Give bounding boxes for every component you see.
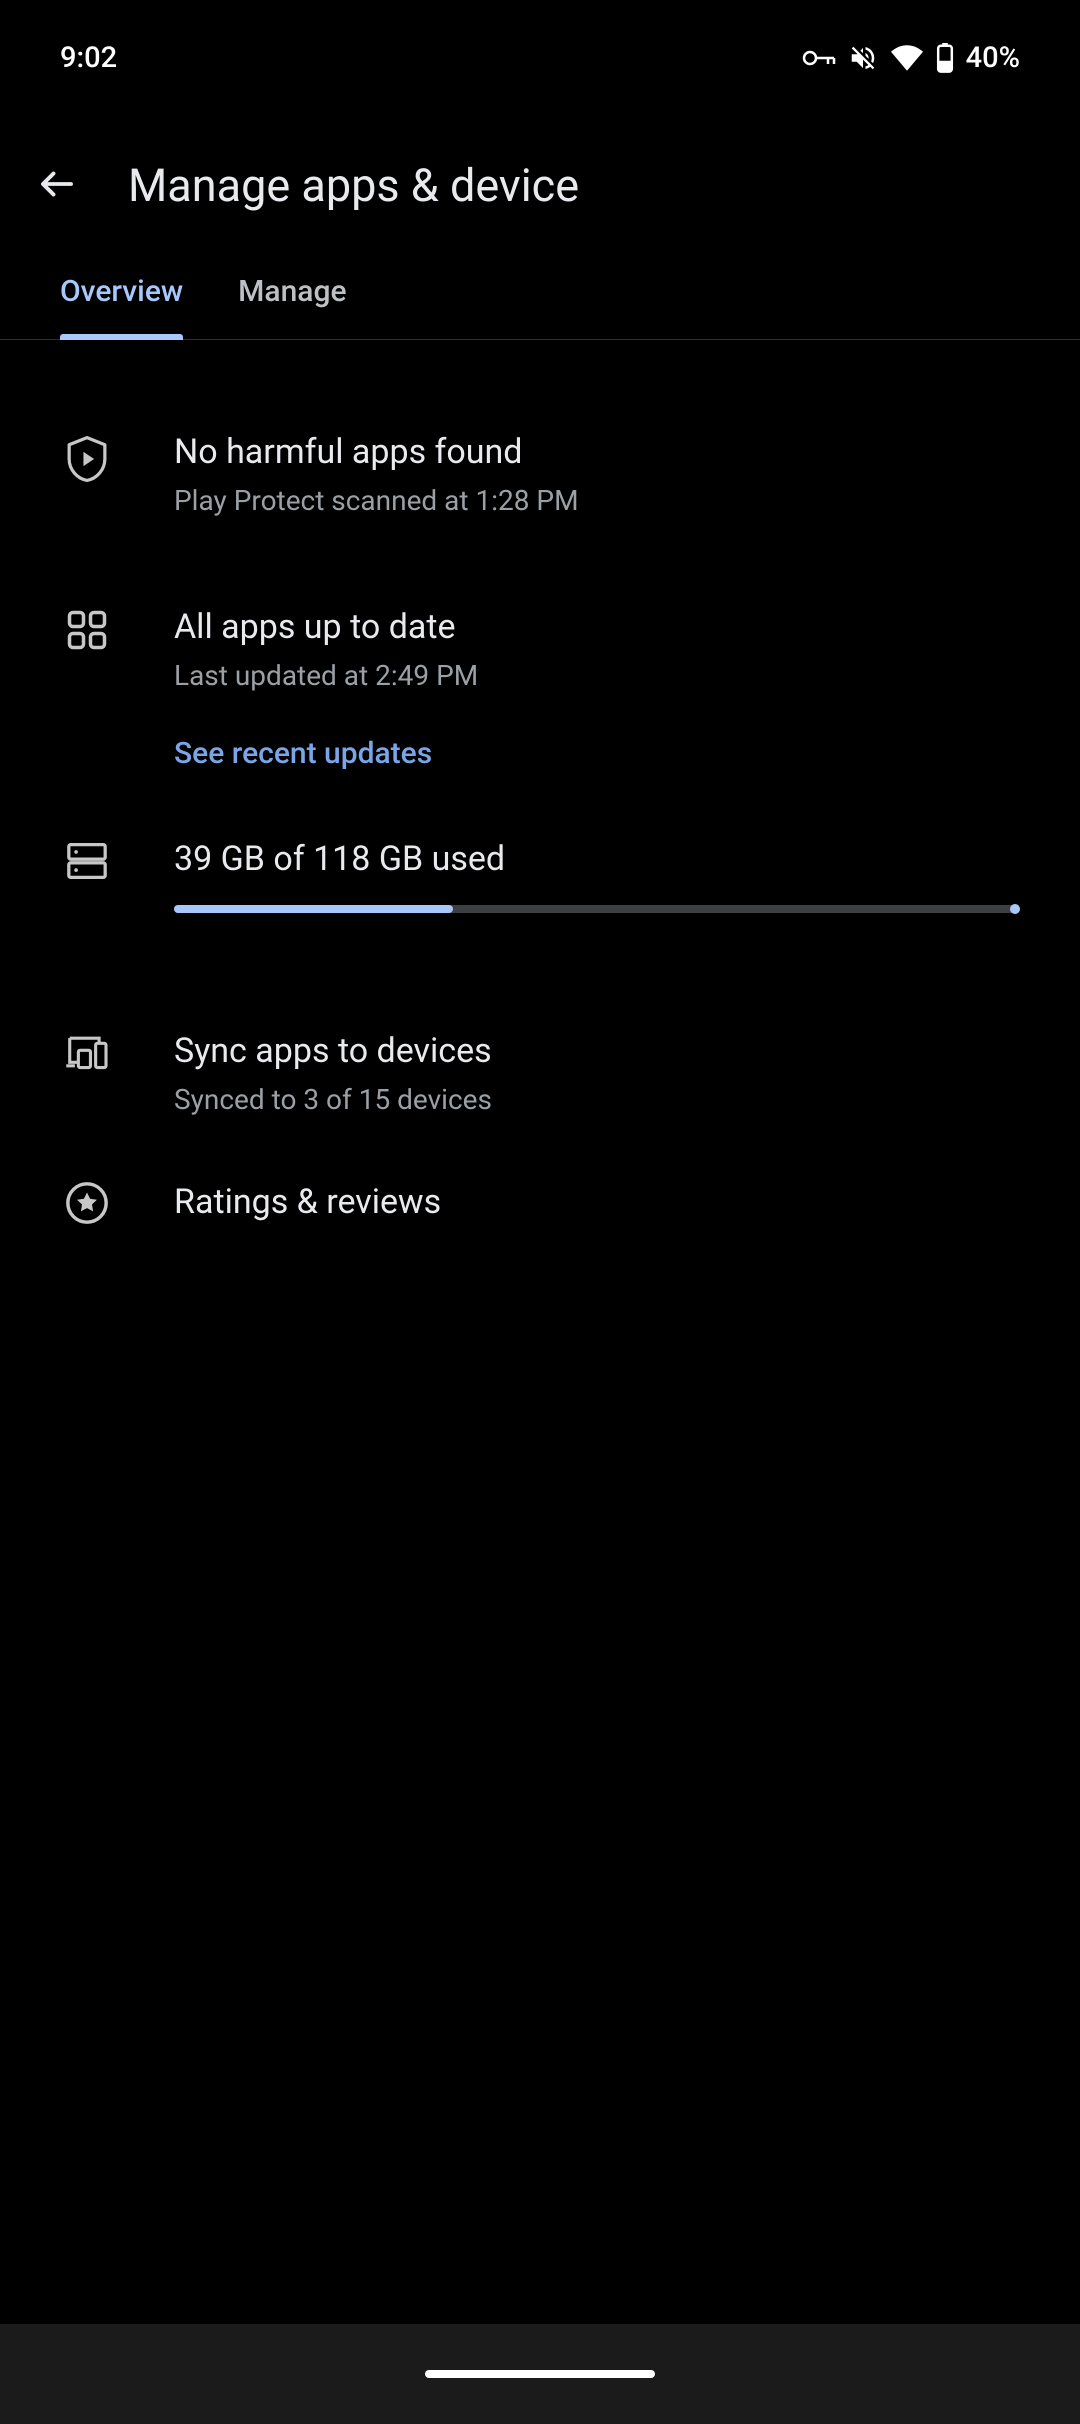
row-storage[interactable]: 39 GB of 118 GB used: [60, 807, 1020, 943]
mute-icon: [848, 43, 878, 73]
sync-title: Sync apps to devices: [174, 1029, 1020, 1075]
app-header: Manage apps & device: [0, 90, 1080, 242]
status-time: 9:02: [60, 41, 117, 75]
storage-title: 39 GB of 118 GB used: [174, 837, 1020, 883]
sync-subtitle: Synced to 3 of 15 devices: [174, 1083, 1020, 1116]
row-sync[interactable]: Sync apps to devices Synced to 3 of 15 d…: [60, 999, 1020, 1146]
wifi-icon: [890, 45, 924, 71]
back-button[interactable]: [30, 158, 84, 212]
page-title: Manage apps & device: [128, 159, 579, 212]
row-ratings[interactable]: Ratings & reviews: [60, 1146, 1020, 1260]
system-nav-bar: [0, 2324, 1080, 2424]
shield-play-icon: [65, 434, 109, 488]
battery-icon: [936, 43, 954, 73]
arrow-left-icon: [36, 163, 78, 208]
updates-subtitle: Last updated at 2:49 PM: [174, 659, 1020, 692]
tab-overview[interactable]: Overview: [60, 260, 183, 339]
tab-manage[interactable]: Manage: [238, 260, 346, 339]
play-protect-subtitle: Play Protect scanned at 1:28 PM: [174, 484, 1020, 517]
status-icons: 40%: [802, 41, 1020, 75]
play-protect-title: No harmful apps found: [174, 430, 1020, 476]
row-updates[interactable]: All apps up to date Last updated at 2:49…: [60, 575, 1020, 722]
star-circle-icon: [64, 1180, 110, 1230]
devices-icon: [64, 1033, 110, 1075]
storage-progress-fill: [174, 905, 453, 913]
updates-title: All apps up to date: [174, 605, 1020, 651]
apps-grid-icon: [66, 609, 108, 655]
battery-text: 40%: [966, 41, 1020, 75]
storage-progress-dot: [1010, 904, 1020, 914]
storage-icon: [65, 841, 109, 885]
storage-progress: [174, 905, 1020, 913]
vpn-key-icon: [802, 47, 836, 69]
status-bar: 9:02 40%: [0, 0, 1080, 90]
ratings-title: Ratings & reviews: [174, 1180, 1020, 1226]
see-recent-updates-link[interactable]: See recent updates: [174, 736, 432, 771]
tabs: Overview Manage: [0, 242, 1080, 340]
content: No harmful apps found Play Protect scann…: [0, 340, 1080, 1260]
gesture-pill[interactable]: [425, 2370, 655, 2378]
row-play-protect[interactable]: No harmful apps found Play Protect scann…: [60, 400, 1020, 547]
